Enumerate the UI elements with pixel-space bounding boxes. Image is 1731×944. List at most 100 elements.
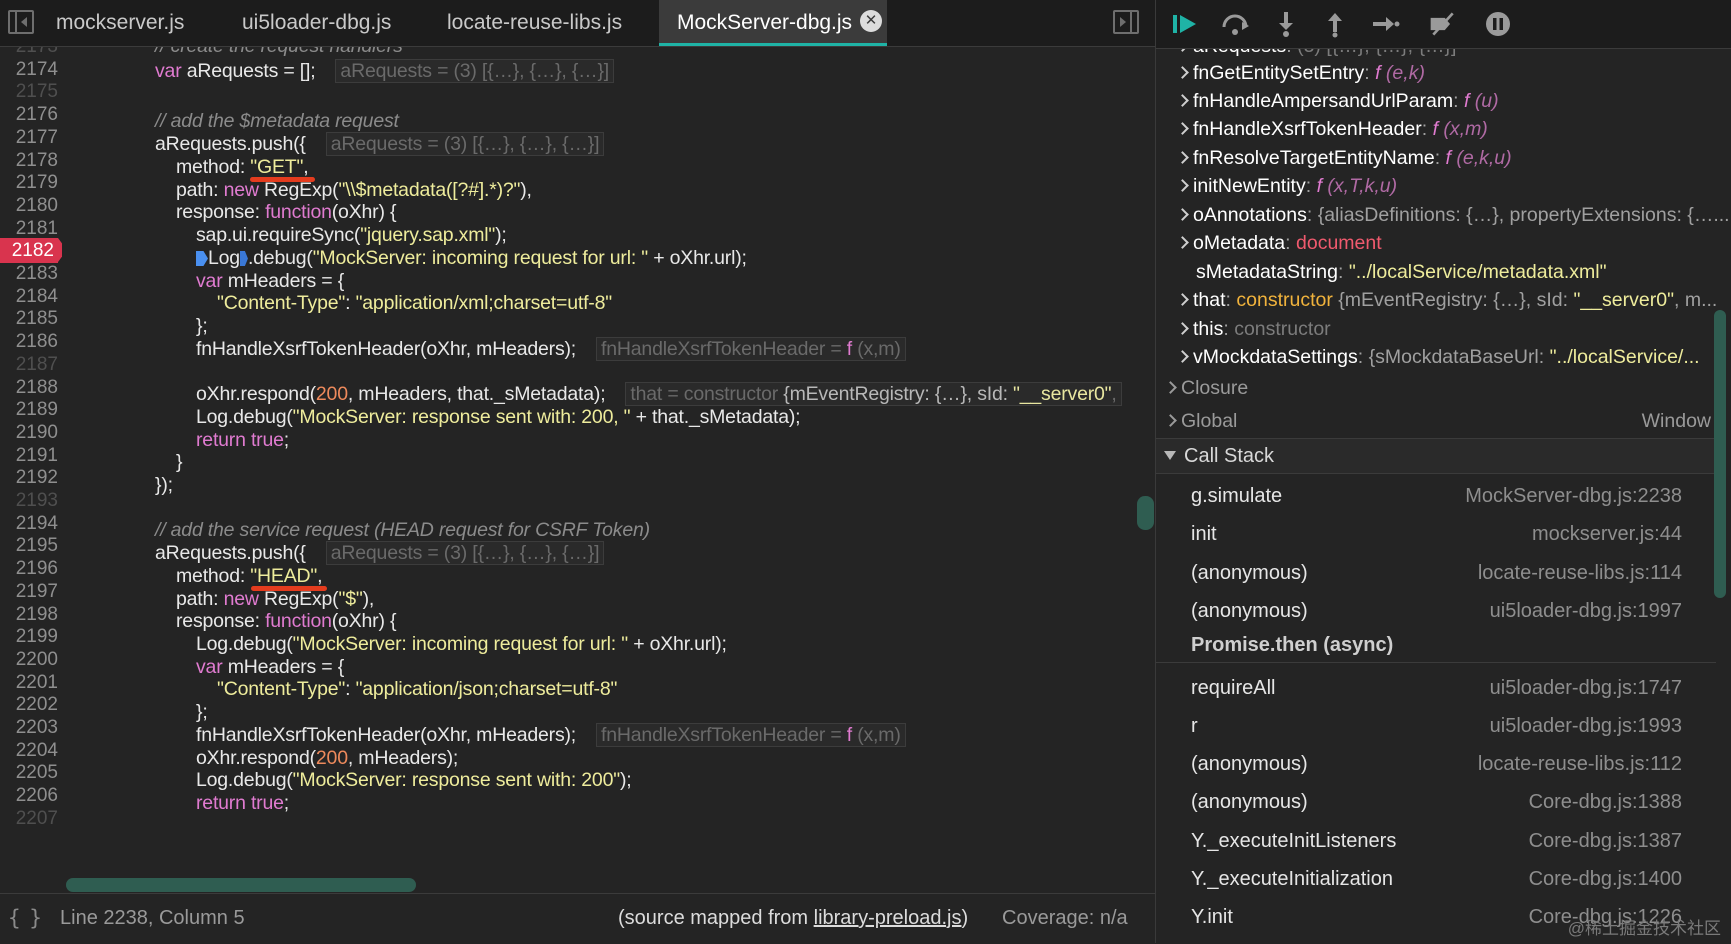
line-number[interactable]: 2203 (0, 715, 62, 740)
async-separator: Promise.then (async) (1156, 628, 1716, 664)
horizontal-scrollbar[interactable] (62, 878, 1142, 892)
scope-item-fn[interactable]: fnHandleAmpersandUrlParam: f (u) (1176, 87, 1499, 115)
code-line-2177: aRequests.push({aRequests = (3) [{…}, {…… (155, 132, 605, 157)
scope-item-fn[interactable]: fnGetEntitySetEntry: f (e,k) (1176, 59, 1425, 87)
call-stack-location: mockserver.js:44 (1531, 523, 1682, 546)
line-number[interactable]: 2178 (0, 148, 62, 173)
code-line-2205: Log.debug("MockServer: response sent wit… (196, 769, 632, 791)
line-number[interactable]: 2196 (0, 556, 62, 581)
line-number[interactable]: 2177 (0, 125, 62, 150)
scope-item-smetadatastring[interactable]: sMetadataString: "../localService/metada… (1196, 258, 1607, 286)
deactivate-breakpoints-icon[interactable] (1428, 10, 1458, 38)
chevron-right-icon (1176, 350, 1189, 363)
sidebar-toggle-left-icon[interactable] (8, 10, 34, 34)
tab-locate-reuse-libs[interactable]: locate-reuse-libs.js (447, 0, 622, 46)
line-number[interactable]: 2192 (0, 465, 62, 490)
line-number[interactable]: 2181 (0, 216, 62, 241)
tab-mockserver-dbg[interactable]: MockServer-dbg.js ✕ (659, 0, 887, 46)
tab-ui5loader-dbg[interactable]: ui5loader-dbg.js (242, 0, 391, 46)
code-line-2184: "Content-Type": "application/xml;charset… (217, 292, 612, 314)
line-number[interactable]: 2174 (0, 57, 62, 82)
chevron-right-icon (1164, 414, 1177, 427)
call-stack-location: Core-dbg.js:1387 (1528, 829, 1682, 852)
step-into-icon[interactable] (1271, 10, 1301, 38)
scope-item-fn[interactable]: fnHandleXsrfTokenHeader: f (x,m) (1176, 115, 1488, 143)
line-number[interactable]: 2183 (0, 261, 62, 286)
line-number[interactable]: 2190 (0, 420, 62, 445)
line-number[interactable]: 2184 (0, 284, 62, 309)
line-number[interactable]: 2186 (0, 329, 62, 354)
scope-item-fn[interactable]: initNewEntity: f (x,T,k,u) (1176, 172, 1397, 200)
scope-global[interactable]: Global Window (1164, 407, 1711, 435)
scope-item-vmockdatasettings[interactable]: vMockdataSettings: {sMockdataBaseUrl: ".… (1176, 343, 1700, 371)
line-number[interactable]: 2205 (0, 760, 62, 785)
line-number[interactable]: 2176 (0, 102, 62, 127)
call-stack-frame[interactable]: init mockserver.js:44 (1156, 517, 1716, 551)
tab-label: ui5loader-dbg.js (242, 11, 392, 34)
sidebar-scrollbar-thumb[interactable] (1714, 310, 1726, 598)
call-stack-frame[interactable]: g.simulate MockServer-dbg.js:2238 (1156, 479, 1716, 513)
line-number[interactable]: 2191 (0, 443, 62, 468)
tab-mockserver[interactable]: mockserver.js (56, 0, 184, 46)
step-icon[interactable] (1370, 10, 1400, 38)
line-number[interactable]: 2195 (0, 533, 62, 558)
inline-value: aRequests = (3) [{…}, {…}, {…}] (335, 59, 615, 83)
pause-on-exceptions-icon[interactable] (1483, 10, 1513, 38)
call-stack-frame[interactable]: (anonymous) locate-reuse-libs.js:112 (1156, 747, 1716, 781)
step-out-icon[interactable] (1320, 10, 1350, 38)
scope-item-fn[interactable]: fnResolveTargetEntityName: f (e,k,u) (1176, 144, 1512, 172)
code-line-2198: response: function(oXhr) { (176, 610, 397, 632)
line-number[interactable]: 2193 (0, 488, 62, 513)
call-stack-frame[interactable]: (anonymous) locate-reuse-libs.js:114 (1156, 556, 1716, 590)
code-line-2203: fnHandleXsrfTokenHeader(oXhr, mHeaders);… (196, 723, 906, 748)
code-area[interactable]: // create the request handlers var aRequ… (62, 47, 1142, 892)
call-stack-frame[interactable]: (anonymous) Core-dbg.js:1388 (1156, 785, 1716, 819)
async-label: Promise.then (async) (1191, 634, 1394, 657)
scope-item-that[interactable]: that: constructor {mEventRegistry: {…}, … (1176, 286, 1717, 314)
editor-tab-bar: mockserver.js ui5loader-dbg.js locate-re… (0, 0, 1155, 47)
line-number[interactable]: 2180 (0, 193, 62, 218)
line-number[interactable]: 2202 (0, 692, 62, 717)
scope-item-oannotations[interactable]: oAnnotations: {aliasDefinitions: {…}, pr… (1176, 201, 1730, 229)
line-number[interactable]: 2175 (0, 79, 62, 104)
code-line-2176: // add the $metadata request (155, 110, 399, 132)
call-stack-frame[interactable]: (anonymous) ui5loader-dbg.js:1997 (1156, 594, 1716, 628)
line-number[interactable]: 2206 (0, 783, 62, 808)
breakpoint-line-number[interactable]: 2182 (0, 238, 62, 264)
scope-closure[interactable]: Closure (1164, 374, 1248, 402)
call-stack-function: (anonymous) (1191, 791, 1308, 814)
line-number[interactable]: 2201 (0, 670, 62, 695)
inline-value: fnHandleXsrfTokenHeader = f (x,m) (596, 723, 906, 747)
call-stack-frame[interactable]: Y._executeInitListeners Core-dbg.js:1387 (1156, 824, 1716, 858)
resume-icon[interactable] (1170, 10, 1200, 38)
close-icon[interactable]: ✕ (860, 10, 883, 33)
line-number[interactable]: 2204 (0, 738, 62, 763)
line-number[interactable]: 2199 (0, 624, 62, 649)
pretty-print-icon[interactable]: { } (8, 906, 42, 930)
line-number[interactable]: 2185 (0, 306, 62, 331)
scope-item-this[interactable]: this: constructor (1176, 315, 1331, 343)
scope-item-ometadata[interactable]: oMetadata: document (1176, 229, 1382, 257)
line-number[interactable]: 2194 (0, 511, 62, 536)
call-stack-frame[interactable]: r ui5loader-dbg.js:1993 (1156, 709, 1716, 743)
line-number[interactable]: 2207 (0, 806, 62, 831)
line-number[interactable]: 2200 (0, 647, 62, 672)
line-number-gutter[interactable]: 2173217421752176217721782179218021812182… (0, 47, 62, 892)
source-map-link[interactable]: library-preload.js (814, 907, 962, 929)
sidebar-toggle-right-icon[interactable] (1113, 10, 1139, 34)
line-number[interactable]: 2188 (0, 375, 62, 400)
call-stack-frame[interactable]: Y._executeInitialization Core-dbg.js:1400 (1156, 862, 1716, 896)
line-number[interactable]: 2187 (0, 352, 62, 377)
call-stack-function: Y.init (1191, 906, 1233, 929)
line-number[interactable]: 2179 (0, 170, 62, 195)
line-number[interactable]: 2198 (0, 602, 62, 627)
call-stack-header[interactable]: Call Stack (1156, 438, 1716, 474)
line-number[interactable]: 2189 (0, 397, 62, 422)
horizontal-scrollbar-thumb[interactable] (66, 878, 416, 892)
debugger-sidebar: aRequests: (3) [{…}, {…}, {…}] fnGetEnti… (1156, 0, 1731, 943)
line-number[interactable]: 2197 (0, 579, 62, 604)
call-stack-frame[interactable]: requireAll ui5loader-dbg.js:1747 (1156, 671, 1716, 705)
vertical-scrollbar-thumb[interactable] (1137, 496, 1154, 530)
step-over-icon[interactable] (1220, 10, 1250, 38)
code-line-2194: // add the service request (HEAD request… (155, 519, 650, 541)
